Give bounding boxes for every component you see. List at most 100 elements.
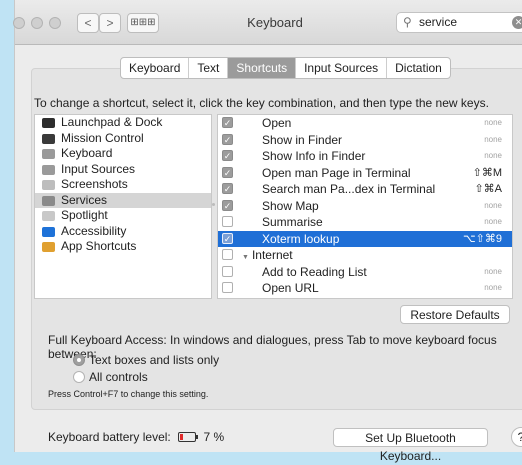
category-label: App Shortcuts (61, 239, 137, 253)
shortcut-keys[interactable]: none (484, 280, 502, 297)
radio-label: Text boxes and lists only (89, 353, 220, 367)
tab-keyboard[interactable]: Keyboard (121, 58, 190, 78)
category-item[interactable]: App Shortcuts (35, 239, 211, 255)
tab-dictation[interactable]: Dictation (387, 58, 450, 78)
shortcut-keys[interactable]: none (484, 115, 502, 132)
shortcut-row[interactable]: Add to Reading List none (218, 264, 512, 281)
radio-button[interactable] (73, 371, 85, 383)
category-item[interactable]: Accessibility (35, 224, 211, 240)
checkbox[interactable] (222, 282, 233, 293)
search-field[interactable]: ⚲ ✕ (396, 12, 522, 33)
shortcut-keys[interactable]: none (484, 198, 502, 215)
category-item[interactable]: Screenshots (35, 177, 211, 193)
shortcut-row[interactable]: Open URL none (218, 280, 512, 297)
tab-shortcuts[interactable]: Shortcuts (228, 58, 297, 78)
checkbox[interactable]: ✓ (222, 117, 233, 128)
checkbox[interactable] (222, 249, 233, 260)
checkbox[interactable]: ✓ (222, 183, 233, 194)
checkbox[interactable]: ✓ (222, 150, 233, 161)
shortcut-name: Show Info in Finder (262, 148, 365, 165)
category-label: Spotlight (61, 208, 108, 222)
search-input[interactable] (419, 14, 507, 30)
shortcut-name-text: Internet (251, 248, 293, 262)
radio-text-boxes[interactable]: Text boxes and lists only (73, 353, 219, 367)
hint-text: Press Control+F7 to change this setting. (48, 389, 209, 399)
category-list: Launchpad & Dock Mission Control Keyboard I… (34, 114, 212, 299)
checkbox[interactable] (222, 265, 233, 277)
category-item[interactable]: Input Sources (35, 162, 211, 178)
shortcut-keys[interactable]: none (484, 264, 502, 281)
category-item[interactable]: Mission Control (35, 131, 211, 147)
radio-button[interactable] (73, 354, 85, 366)
tab-bar: Keyboard Text Shortcuts Input Sources Di… (120, 57, 451, 79)
shortcut-name-text: Show in Finder (262, 132, 343, 147)
help-button[interactable]: ? (511, 427, 522, 447)
shortcut-row[interactable]: ✓ Show Map none (218, 198, 512, 215)
disclosure-triangle-icon[interactable]: ▼ (242, 254, 249, 261)
category-item[interactable]: Launchpad & Dock (35, 115, 211, 131)
category-label: Accessibility (61, 223, 127, 238)
shortcut-name-text: Show Map (262, 198, 319, 213)
shortcut-name-text: Add to Reading List (262, 264, 367, 279)
checkbox[interactable]: ✓ (222, 166, 233, 178)
set-up-bluetooth-keyboard-button[interactable]: Set Up Bluetooth Keyboard... (333, 428, 488, 463)
category-label: Screenshots (61, 177, 128, 191)
category-item[interactable]: Spotlight (35, 208, 211, 224)
checkbox[interactable]: ✓ (222, 133, 233, 145)
shortcut-name-text: Xoterm lookup (262, 231, 340, 246)
checkbox[interactable] (222, 216, 233, 227)
accessibility-icon (42, 226, 55, 237)
radio-all-controls[interactable]: All controls (73, 370, 148, 384)
shortcut-name: Open URL (262, 280, 319, 297)
shortcut-name: Xoterm lookup (262, 231, 339, 248)
shortcut-keys[interactable]: ⌥⇧⌘9 (463, 231, 502, 248)
screenshots-icon (42, 180, 55, 190)
shortcut-name: Open (262, 115, 291, 132)
shortcut-list: ✓ Open none ✓ Show in Finder none ✓ Show Info i… (217, 114, 513, 299)
checkbox[interactable]: ✓ (222, 199, 233, 211)
shortcut-name: Show in Finder (262, 132, 342, 149)
keyboard-icon (42, 149, 55, 159)
mission-control-icon (42, 133, 55, 144)
shortcut-keys[interactable]: none (484, 214, 502, 231)
shortcut-row[interactable]: ✓ Show in Finder none (218, 132, 512, 149)
shortcut-name-text: Open URL (262, 281, 319, 295)
tab-text[interactable]: Text (189, 58, 229, 78)
shortcut-name-text: Open man Page in Terminal (262, 165, 411, 180)
shortcut-row[interactable]: Summarise none (218, 214, 512, 231)
shortcut-name: Search man Pa...dex in Terminal (262, 181, 435, 198)
shortcut-row[interactable]: ✓ Open none (218, 115, 512, 132)
category-label: Mission Control (61, 130, 144, 145)
shortcut-keys[interactable]: none (484, 132, 502, 149)
gear-icon (42, 195, 55, 206)
checkbox[interactable]: ✓ (222, 232, 233, 244)
shortcut-row[interactable]: ✓ Open man Page in Terminal ⇧⌘M (218, 165, 512, 182)
category-label: Keyboard (61, 146, 113, 160)
category-item[interactable]: Keyboard (35, 146, 211, 162)
battery-status: Keyboard battery level: 7 % (48, 430, 224, 444)
radio-label: All controls (89, 370, 148, 384)
search-icon: ⚲ (403, 15, 412, 29)
preferences-window: < > ⊞⊞⊞ Keyboard ⚲ ✕ Keyboard Text Short… (13, 0, 522, 463)
category-item[interactable]: Services (35, 192, 211, 208)
shortcut-row[interactable]: ✓ Xoterm lookup ⌥⇧⌘9 (218, 230, 512, 248)
shortcut-keys[interactable]: ⇧⌘A (474, 181, 502, 198)
shortcut-row[interactable]: ✓ Show Info in Finder none (218, 148, 512, 165)
shortcut-name-text: Show Info in Finder (262, 149, 366, 163)
split-handle[interactable] (212, 203, 215, 206)
category-label: Services (61, 192, 108, 207)
shortcut-name-text: Summarise (262, 215, 323, 229)
launchpad-icon (42, 118, 55, 128)
shortcut-keys[interactable]: ⇧⌘M (473, 165, 502, 182)
battery-value: 7 % (203, 430, 225, 444)
battery-icon (178, 432, 199, 442)
shortcut-keys[interactable]: none (484, 148, 502, 165)
instruction-text: To change a shortcut, select it, click t… (34, 96, 489, 110)
shortcut-name: Summarise (262, 214, 323, 231)
group-row[interactable]: ▼ Internet (218, 247, 512, 264)
restore-defaults-button[interactable]: Restore Defaults (400, 305, 510, 324)
shortcut-name: Open man Page in Terminal (262, 165, 411, 182)
tab-input-sources[interactable]: Input Sources (296, 58, 388, 78)
shortcut-row[interactable]: ✓ Search man Pa...dex in Terminal ⇧⌘A (218, 181, 512, 198)
clear-search-icon[interactable]: ✕ (512, 16, 522, 29)
